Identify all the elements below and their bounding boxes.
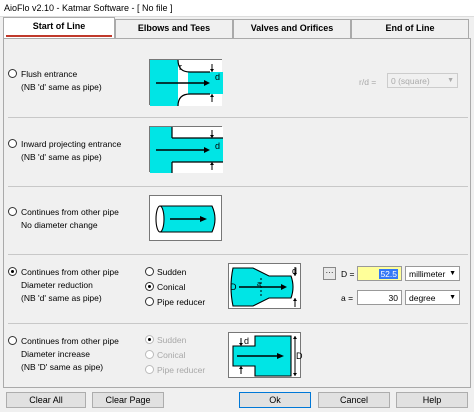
diameter-input[interactable]: 52.5 [357,266,402,281]
option-label: Continues from other pipe [21,267,119,277]
choice-label: Pipe reducer [157,297,206,307]
continues-no-change-radio[interactable] [8,207,17,216]
start-of-line-panel: Flush entrance (NB 'd' same as pipe) r d… [3,38,471,388]
chevron-down-icon: ▼ [449,294,456,301]
active-tab-underline [6,35,112,37]
tab-label: Valves and Orifices [250,23,334,33]
tab-end-of-line[interactable]: End of Line [351,19,469,38]
more-options-label: ··· [325,268,334,277]
choice-label: Pipe reducer [157,365,206,375]
tab-label: Start of Line [32,21,86,31]
diameter-reduction-radio[interactable] [8,267,17,276]
diameter-unit-select[interactable]: millimeter ▼ [405,266,460,281]
inward-projecting-radio[interactable] [8,139,17,148]
button-label: Clear All [29,395,63,405]
angle-symbol: a [257,281,261,288]
option-label: Continues from other pipe [21,207,119,217]
choice-label: Sudden [157,335,187,345]
rd-ratio-value: 0 (square) [391,76,430,86]
clear-page-button[interactable]: Clear Page [92,392,164,408]
more-options-button[interactable]: ··· [323,267,336,280]
option-note: (NB 'd' same as pipe) [21,82,102,92]
option-note: Diameter increase [21,349,90,359]
rd-ratio-select[interactable]: 0 (square) ▼ [387,73,458,88]
diameter-label: D = [341,269,355,279]
divider [8,117,468,118]
tab-valves-and-orifices[interactable]: Valves and Orifices [233,19,351,38]
choice-label: Conical [157,282,186,292]
divider [8,186,468,187]
clear-all-button[interactable]: Clear All [6,392,86,408]
button-label: Cancel [339,395,368,405]
flush-entrance-diagram: r d [149,59,223,106]
inward-projecting-diagram: d [149,126,223,173]
diameter-reduction-diagram: D a d [228,263,301,309]
divider [8,254,468,255]
big-d-symbol: D [230,282,237,292]
increase-pipe-reducer-radio[interactable] [145,365,154,374]
tab-strip: Start of Line Elbows and Tees Valves and… [3,17,471,38]
d-symbol: d [215,72,221,82]
d-symbol: d [215,141,221,151]
help-button[interactable]: Help [396,392,468,408]
divider [8,323,468,324]
option-label: Flush entrance [21,69,78,79]
angle-input[interactable]: 30 [357,290,402,305]
tab-start-of-line[interactable]: Start of Line [3,17,115,38]
window-title: AioFlo v2.10 - Katmar Software - [ No fi… [4,3,173,13]
reduction-sudden-radio[interactable] [145,267,154,276]
option-label: Inward projecting entrance [21,139,122,149]
chevron-down-icon: ▼ [449,270,456,277]
angle-unit: degree [409,293,436,303]
flush-entrance-radio[interactable] [8,69,17,78]
continues-no-change-diagram [149,195,222,241]
option-label: Continues from other pipe [21,336,119,346]
cancel-button[interactable]: Cancel [318,392,390,408]
tab-label: Elbows and Tees [137,23,211,33]
ok-button[interactable]: Ok [239,392,311,408]
angle-value: 30 [388,293,398,303]
diameter-unit: millimeter [409,269,446,279]
rd-label: r/d = [359,77,377,87]
increase-conical-radio[interactable] [145,350,154,359]
increase-sudden-radio[interactable] [145,335,154,344]
big-d-symbol: D [296,351,303,361]
angle-unit-select[interactable]: degree ▼ [405,290,460,305]
tab-elbows-and-tees[interactable]: Elbows and Tees [115,19,233,38]
option-note: Diameter reduction [21,280,93,290]
choice-label: Conical [157,350,186,360]
diameter-value: 52.5 [379,269,398,279]
choice-label: Sudden [157,267,187,277]
option-note: (NB 'd' same as pipe) [21,293,102,303]
d-symbol: d [244,336,250,346]
reduction-conical-radio[interactable] [145,282,154,291]
diameter-increase-radio[interactable] [8,336,17,345]
option-note: No diameter change [21,220,98,230]
angle-label: a = [341,293,354,303]
button-label: Help [422,395,442,405]
r-symbol: r [179,62,182,72]
reduction-pipe-reducer-radio[interactable] [145,297,154,306]
diameter-increase-diagram: d D [228,332,303,378]
chevron-down-icon: ▼ [447,77,454,84]
tab-label: End of Line [385,23,435,33]
option-note: (NB 'd' same as pipe) [21,152,102,162]
button-label: Ok [269,395,281,405]
option-note: (NB 'D' same as pipe) [21,362,104,372]
button-label: Clear Page [105,395,151,405]
d-symbol: d [292,266,298,276]
title-bar: AioFlo v2.10 - Katmar Software - [ No fi… [0,0,474,17]
